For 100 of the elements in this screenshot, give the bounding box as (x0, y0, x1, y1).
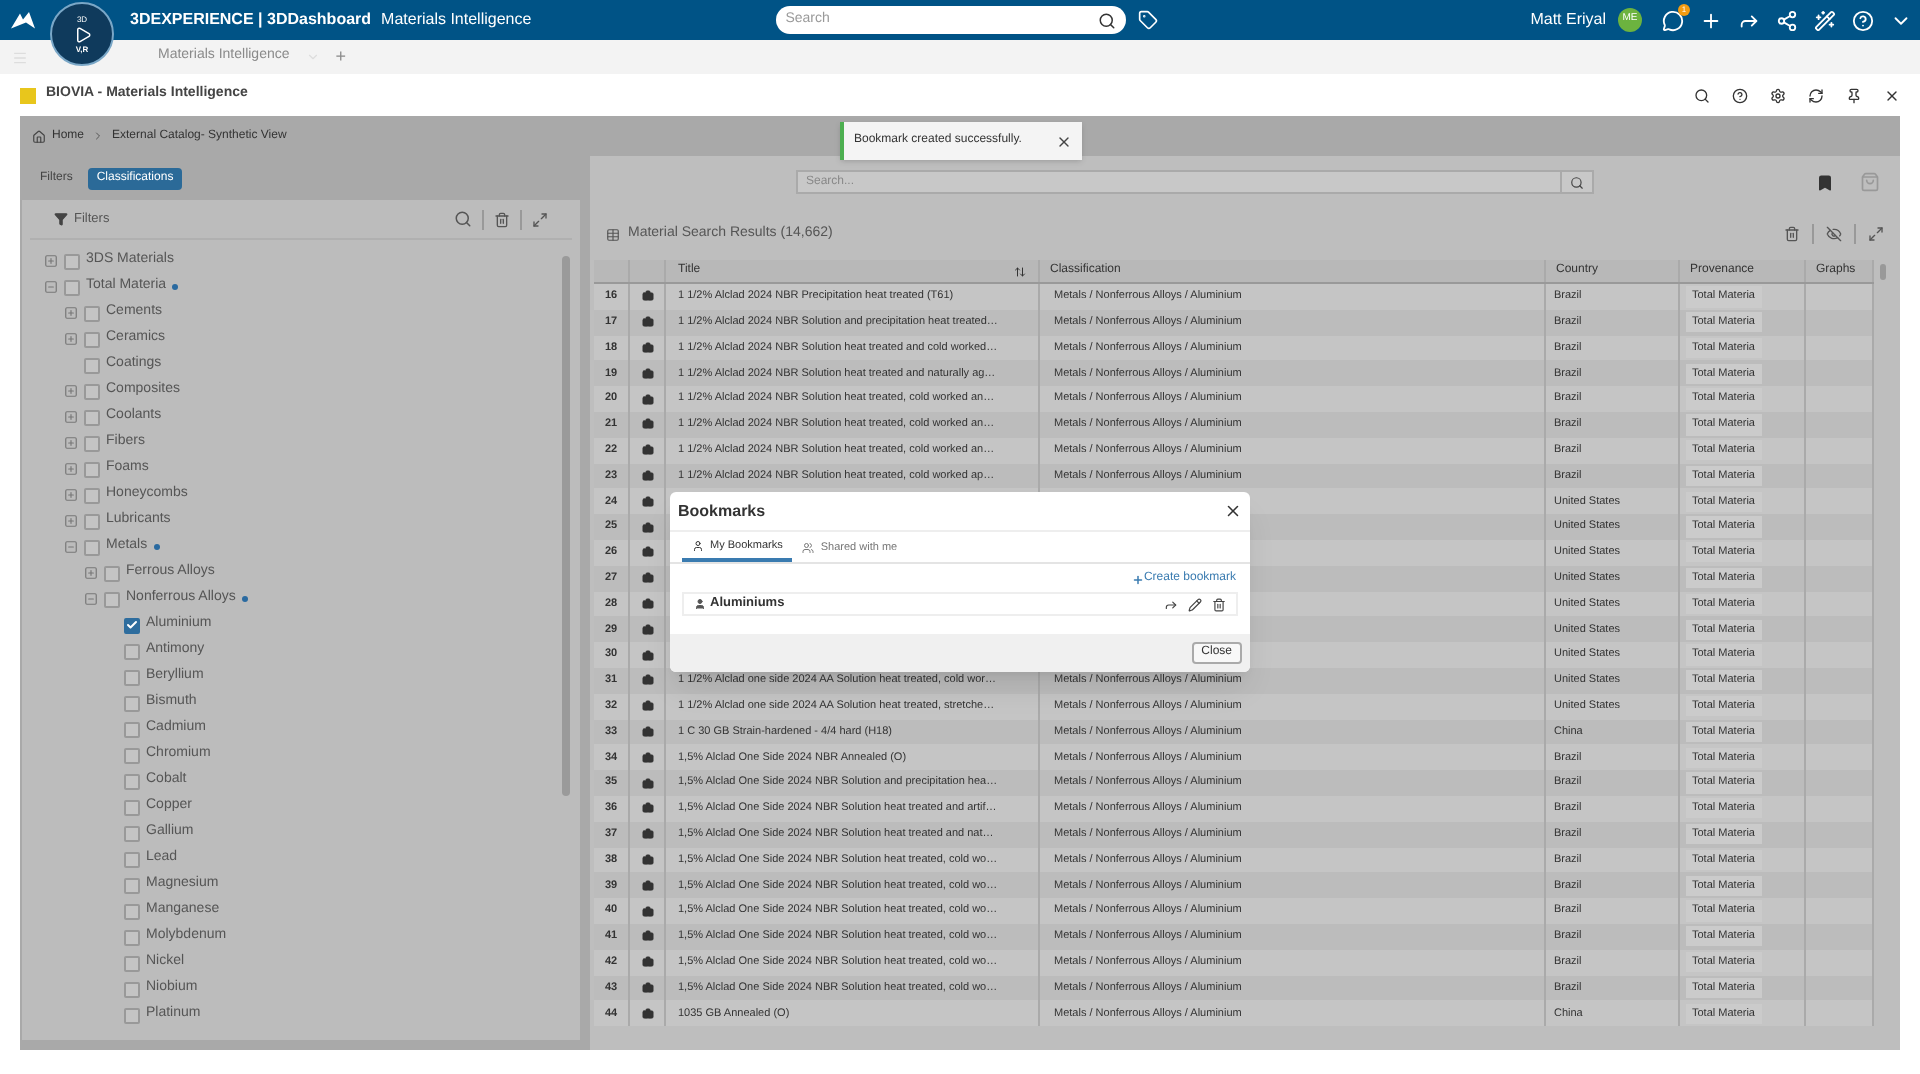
users-icon (802, 542, 815, 554)
filter-icon (54, 212, 68, 226)
plus-icon (1131, 573, 1144, 585)
checkbox[interactable] (84, 305, 100, 321)
expand-icon[interactable] (1868, 226, 1884, 242)
trash-icon[interactable] (1784, 226, 1800, 242)
add-tab-button[interactable]: + (335, 43, 347, 71)
checkbox[interactable] (124, 747, 140, 763)
refresh-icon[interactable] (1808, 87, 1824, 103)
checkbox[interactable] (124, 669, 140, 685)
briefcase-icon (641, 572, 653, 585)
briefcase-icon (641, 981, 653, 994)
checkbox[interactable] (84, 409, 100, 425)
checkbox[interactable] (124, 877, 140, 893)
expand-icon[interactable] (64, 306, 78, 320)
expand-icon[interactable] (64, 462, 78, 476)
brand-title: 3DEXPERIENCE | 3DDashboard (130, 8, 372, 32)
bag-icon[interactable] (1860, 172, 1880, 192)
bookmark-icon[interactable] (1816, 173, 1834, 191)
briefcase-icon (641, 623, 653, 636)
checkbox[interactable] (124, 903, 140, 919)
checkbox[interactable] (124, 643, 140, 659)
search-icon[interactable] (1097, 11, 1116, 29)
checkbox[interactable] (124, 773, 140, 789)
briefcase-icon (641, 393, 653, 406)
briefcase-icon (641, 495, 653, 508)
tag-icon[interactable] (1137, 10, 1158, 30)
close-icon[interactable] (1884, 87, 1900, 103)
add-icon[interactable] (1700, 9, 1722, 31)
collapse-icon[interactable] (44, 280, 58, 294)
table-icon (606, 227, 620, 241)
user-icon (692, 540, 704, 552)
expand-icon[interactable] (64, 488, 78, 502)
briefcase-icon (641, 905, 653, 918)
checkbox[interactable] (124, 981, 140, 997)
checkbox[interactable] (84, 435, 100, 451)
collapse-icon[interactable] (64, 540, 78, 554)
briefcase-icon (641, 469, 653, 482)
checkbox[interactable] (64, 279, 80, 295)
collapse-icon[interactable] (84, 592, 98, 606)
briefcase-icon (641, 853, 653, 866)
expand-icon[interactable] (64, 332, 78, 346)
checkbox[interactable] (84, 383, 100, 399)
checkbox[interactable] (124, 929, 140, 945)
user-icon (694, 598, 706, 610)
expand-icon[interactable] (64, 410, 78, 424)
checkbox[interactable] (124, 955, 140, 971)
close-icon[interactable] (1056, 133, 1072, 149)
briefcase-icon (641, 341, 653, 354)
checkbox[interactable] (84, 331, 100, 347)
checkbox[interactable] (84, 539, 100, 555)
checkbox[interactable] (84, 357, 100, 373)
briefcase-icon (641, 1007, 653, 1020)
checkbox[interactable] (104, 591, 120, 607)
checkbox[interactable] (124, 721, 140, 737)
checkbox[interactable] (124, 851, 140, 867)
widget-icon (20, 87, 36, 103)
checkbox[interactable] (84, 487, 100, 503)
notifications-icon[interactable] (1662, 9, 1684, 31)
close-icon[interactable] (1224, 502, 1242, 520)
briefcase-icon (641, 418, 653, 431)
checkbox[interactable] (124, 1007, 140, 1023)
scrollbar-thumb[interactable] (562, 256, 570, 796)
checkbox[interactable] (104, 565, 120, 581)
checkbox[interactable] (124, 695, 140, 711)
briefcase-icon (641, 802, 653, 815)
expand-icon[interactable] (64, 384, 78, 398)
expand-icon[interactable] (532, 211, 548, 227)
checkbox[interactable] (64, 253, 80, 269)
expand-icon[interactable] (84, 566, 98, 580)
trash-icon[interactable] (1212, 597, 1226, 611)
checkbox[interactable] (124, 825, 140, 841)
edit-icon[interactable] (1188, 597, 1202, 611)
sort-icon[interactable] (1014, 265, 1026, 277)
search-icon[interactable] (1694, 87, 1710, 103)
hide-icon[interactable] (1826, 226, 1842, 242)
checkbox[interactable] (84, 513, 100, 529)
briefcase-icon (641, 521, 653, 534)
expand-icon[interactable] (64, 514, 78, 528)
pin-icon[interactable] (1846, 87, 1862, 103)
chevron-right-icon (92, 130, 105, 142)
help-icon[interactable] (1732, 87, 1748, 103)
trash-icon[interactable] (494, 211, 510, 227)
user-name[interactable]: Matt Eriyal (1530, 8, 1606, 32)
briefcase-icon (641, 725, 653, 738)
briefcase-icon (641, 828, 653, 841)
share-icon[interactable] (1164, 597, 1178, 611)
wand-icon[interactable] (1814, 9, 1836, 31)
expand-icon[interactable] (44, 254, 58, 268)
settings-icon[interactable] (1770, 87, 1786, 103)
expand-icon[interactable] (64, 436, 78, 450)
share-icon[interactable] (1776, 9, 1798, 31)
scrollbar-thumb[interactable] (1879, 264, 1885, 280)
dashboard-title: Materials Intelligence (381, 8, 532, 32)
checkbox[interactable] (124, 617, 140, 633)
checkbox[interactable] (124, 799, 140, 815)
home-icon[interactable] (32, 129, 46, 143)
briefcase-icon (641, 751, 653, 764)
checkbox[interactable] (84, 461, 100, 477)
share-arrow-icon[interactable] (1738, 9, 1760, 31)
